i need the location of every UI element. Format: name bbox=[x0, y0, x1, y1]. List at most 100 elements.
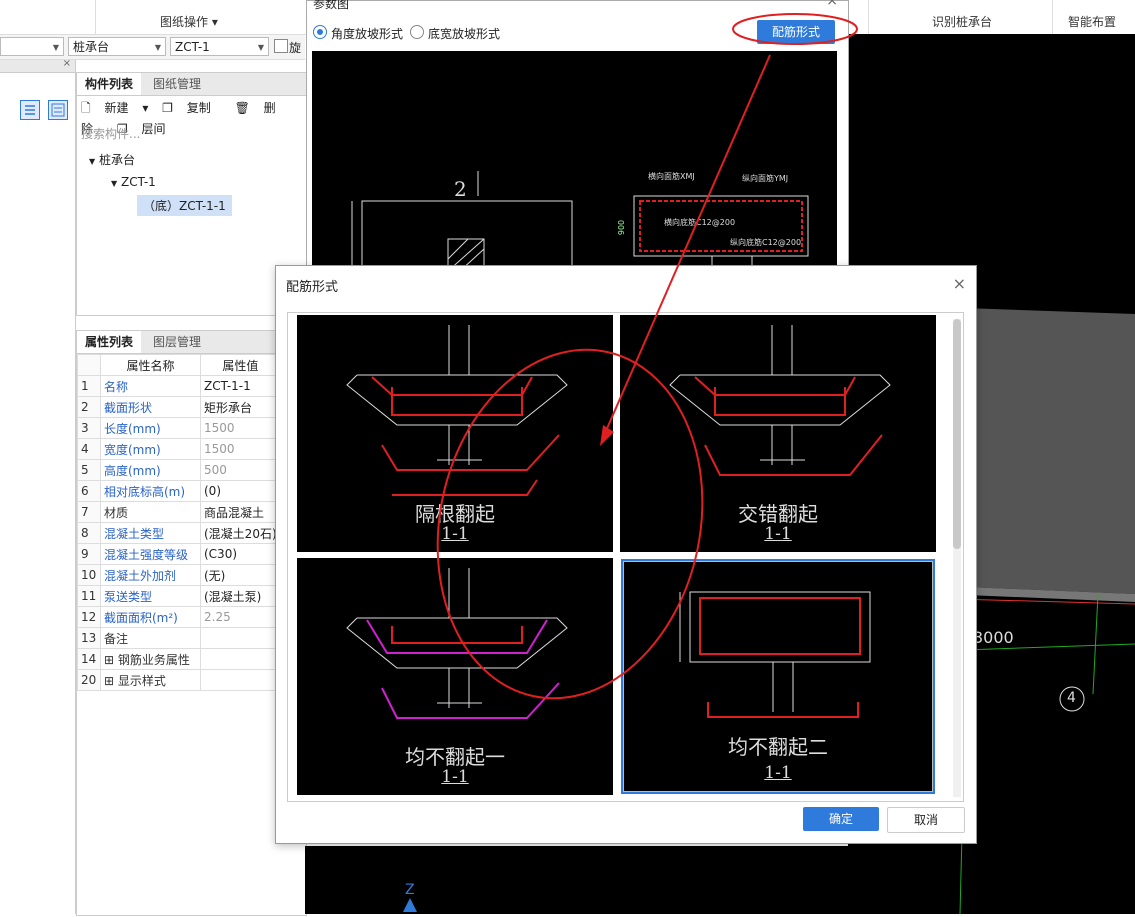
property-row[interactable]: 4 宽度(mm) 1500 bbox=[77, 438, 281, 460]
type-select[interactable]: 桩承台 ▼ bbox=[68, 37, 166, 56]
property-value[interactable]: (C30) bbox=[200, 543, 281, 565]
property-row[interactable]: 11 泵送类型 (混凝土泵) bbox=[77, 585, 281, 607]
property-value[interactable]: (混凝土泵) bbox=[200, 585, 281, 607]
chevron-down-icon: ▼ bbox=[257, 43, 264, 52]
property-row[interactable]: 10 混凝土外加剂 (无) bbox=[77, 564, 281, 586]
property-value[interactable]: 500 bbox=[200, 459, 281, 481]
floor-select[interactable]: ▼ bbox=[0, 37, 64, 56]
axis-z-label: Z bbox=[405, 882, 415, 898]
radio-bottom-width-slope-label: 底宽放坡形式 bbox=[428, 27, 501, 41]
component-tabs: 构件列表 图纸管理 bbox=[77, 73, 306, 96]
option-no-bend-two[interactable]: 均不翻起二 1-1 bbox=[621, 559, 935, 794]
gallery-scrollbar[interactable] bbox=[953, 319, 961, 797]
tab-component-list[interactable]: 构件列表 bbox=[77, 73, 142, 95]
row-number: 9 bbox=[77, 543, 101, 565]
ribbon-group-drawing-ops[interactable]: 图纸操作 ▾ bbox=[160, 13, 218, 30]
parameter-figure: 2 900 横向面筋XMJ 纵向面筋YMJ 横向底筋C12@200 纵向底筋C1… bbox=[312, 51, 837, 272]
component-search-input[interactable]: 搜索构件... bbox=[81, 125, 140, 142]
detail-view-icon[interactable] bbox=[48, 100, 68, 120]
dialog-title: 参数图 bbox=[313, 0, 350, 11]
property-value[interactable] bbox=[200, 669, 281, 691]
property-name: ⊞ 显示样式 bbox=[100, 669, 201, 691]
radio-angle-slope[interactable] bbox=[313, 25, 327, 39]
rebar-form-dialog: 配筋形式 × 隔根翻起 1-1 交错翻起 1-1 均不翻起一 1-1 均不翻起二… bbox=[275, 265, 977, 844]
chevron-down-icon: ▼ bbox=[154, 43, 161, 52]
row-number: 2 bbox=[77, 396, 101, 418]
copy-icon: ❐ bbox=[162, 101, 173, 115]
radio-bottom-width-slope[interactable] bbox=[410, 25, 424, 39]
option-alternate-root-bend[interactable]: 隔根翻起 1-1 bbox=[297, 315, 613, 552]
selector-toolbar: ▼ 桩承台 ▼ ZCT-1 ▼ 旋 bbox=[0, 35, 305, 60]
property-value[interactable]: (0) bbox=[200, 480, 281, 502]
option-name: 交错翻起 bbox=[738, 502, 818, 526]
property-row[interactable]: 14 ⊞ 钢筋业务属性 bbox=[77, 648, 281, 670]
cancel-button[interactable]: 取消 bbox=[887, 807, 965, 833]
header-num bbox=[77, 354, 101, 376]
list-view-icon[interactable] bbox=[20, 100, 40, 120]
property-value[interactable] bbox=[200, 627, 281, 649]
tab-layer-manage[interactable]: 图层管理 bbox=[145, 331, 209, 353]
property-row[interactable]: 9 混凝土强度等级 (C30) bbox=[77, 543, 281, 565]
expand-icon[interactable]: ⊞ bbox=[104, 674, 118, 688]
row-number: 12 bbox=[77, 606, 101, 628]
property-row[interactable]: 5 高度(mm) 500 bbox=[77, 459, 281, 481]
ribbon-group-identify[interactable]: 识别桩承台 bbox=[932, 13, 992, 30]
property-value[interactable]: 2.25 bbox=[200, 606, 281, 628]
property-name: 截面面积(m²) bbox=[100, 606, 201, 628]
tree-node-zct-1-1[interactable]: （底）ZCT-1-1 bbox=[137, 195, 232, 216]
property-name-text: 钢筋业务属性 bbox=[117, 652, 190, 667]
tab-property-list[interactable]: 属性列表 bbox=[77, 331, 142, 353]
tab-drawing-manage[interactable]: 图纸管理 bbox=[145, 73, 209, 95]
dialog-title: 配筋形式 bbox=[286, 280, 339, 295]
figure-number: 2 bbox=[454, 177, 467, 201]
ribbon-group-smart[interactable]: 智能布置 bbox=[1068, 13, 1116, 30]
property-name: 宽度(mm) bbox=[100, 438, 201, 460]
property-row[interactable]: 12 截面面积(m²) 2.25 bbox=[77, 606, 281, 628]
property-value[interactable]: 1500 bbox=[200, 438, 281, 460]
property-table: 属性名称 属性值 1 名称 ZCT-1-1 2 截面形状 矩形承台 3 长度(mm) 1500 4… bbox=[77, 354, 281, 691]
expand-icon: ▼ bbox=[89, 157, 96, 166]
close-icon[interactable]: × bbox=[953, 274, 966, 293]
option-staggered-bend[interactable]: 交错翻起 1-1 bbox=[620, 315, 936, 552]
axis-arrow-icon bbox=[403, 898, 417, 912]
property-row[interactable]: 6 相对底标高(m) (0) bbox=[77, 480, 281, 502]
property-row[interactable]: 2 截面形状 矩形承台 bbox=[77, 396, 281, 418]
property-value[interactable]: (无) bbox=[200, 564, 281, 586]
option-no-bend-one[interactable]: 均不翻起一 1-1 bbox=[297, 558, 613, 795]
property-value[interactable]: (混凝土20石) bbox=[200, 522, 281, 544]
property-row[interactable]: 8 混凝土类型 (混凝土20石) bbox=[77, 522, 281, 544]
ribbon-separator bbox=[1052, 0, 1053, 34]
property-name: 混凝土外加剂 bbox=[100, 564, 201, 586]
rotate-checkbox[interactable] bbox=[274, 39, 288, 53]
property-row[interactable]: 3 长度(mm) 1500 bbox=[77, 417, 281, 439]
copy-button[interactable]: ❐ 复制 bbox=[162, 101, 221, 115]
component-select[interactable]: ZCT-1 ▼ bbox=[170, 37, 269, 56]
property-name: 相对底标高(m) bbox=[100, 480, 201, 502]
dim-900: 900 bbox=[617, 219, 627, 236]
property-name: 长度(mm) bbox=[100, 417, 201, 439]
expand-icon: ▼ bbox=[111, 179, 118, 188]
expand-icon[interactable]: ⊞ bbox=[104, 653, 118, 667]
property-list-panel: 属性列表 图层管理 属性名称 属性值 1 名称 ZCT-1-1 2 截面形状 矩形承台 3 长… bbox=[76, 330, 307, 916]
property-value[interactable]: ZCT-1-1 bbox=[200, 375, 281, 397]
property-value[interactable]: 商品混凝土 bbox=[200, 501, 281, 523]
ok-button[interactable]: 确定 bbox=[803, 807, 879, 831]
property-row[interactable]: 20 ⊞ 显示样式 bbox=[77, 669, 281, 691]
close-icon[interactable]: × bbox=[826, 0, 838, 9]
property-value[interactable] bbox=[200, 648, 281, 670]
option-name: 隔根翻起 bbox=[415, 502, 495, 526]
tree-node-pile-cap[interactable]: ▼ 桩承台 bbox=[89, 151, 135, 168]
property-value[interactable]: 矩形承台 bbox=[200, 396, 281, 418]
new-button[interactable]: 🗋 新建 ▾ bbox=[81, 101, 148, 115]
property-name: 高度(mm) bbox=[100, 459, 201, 481]
property-row[interactable]: 1 名称 ZCT-1-1 bbox=[77, 375, 281, 397]
close-icon[interactable]: × bbox=[63, 58, 71, 69]
highlight-ellipse bbox=[732, 13, 858, 45]
option-section: 1-1 bbox=[441, 767, 469, 787]
property-row[interactable]: 13 备注 bbox=[77, 627, 281, 649]
tree-node-zct-1[interactable]: ▼ ZCT-1 bbox=[111, 175, 156, 189]
property-name: 泵送类型 bbox=[100, 585, 201, 607]
property-row[interactable]: 7 材质 商品混凝土 bbox=[77, 501, 281, 523]
property-value[interactable]: 1500 bbox=[200, 417, 281, 439]
header-name: 属性名称 bbox=[100, 354, 201, 376]
